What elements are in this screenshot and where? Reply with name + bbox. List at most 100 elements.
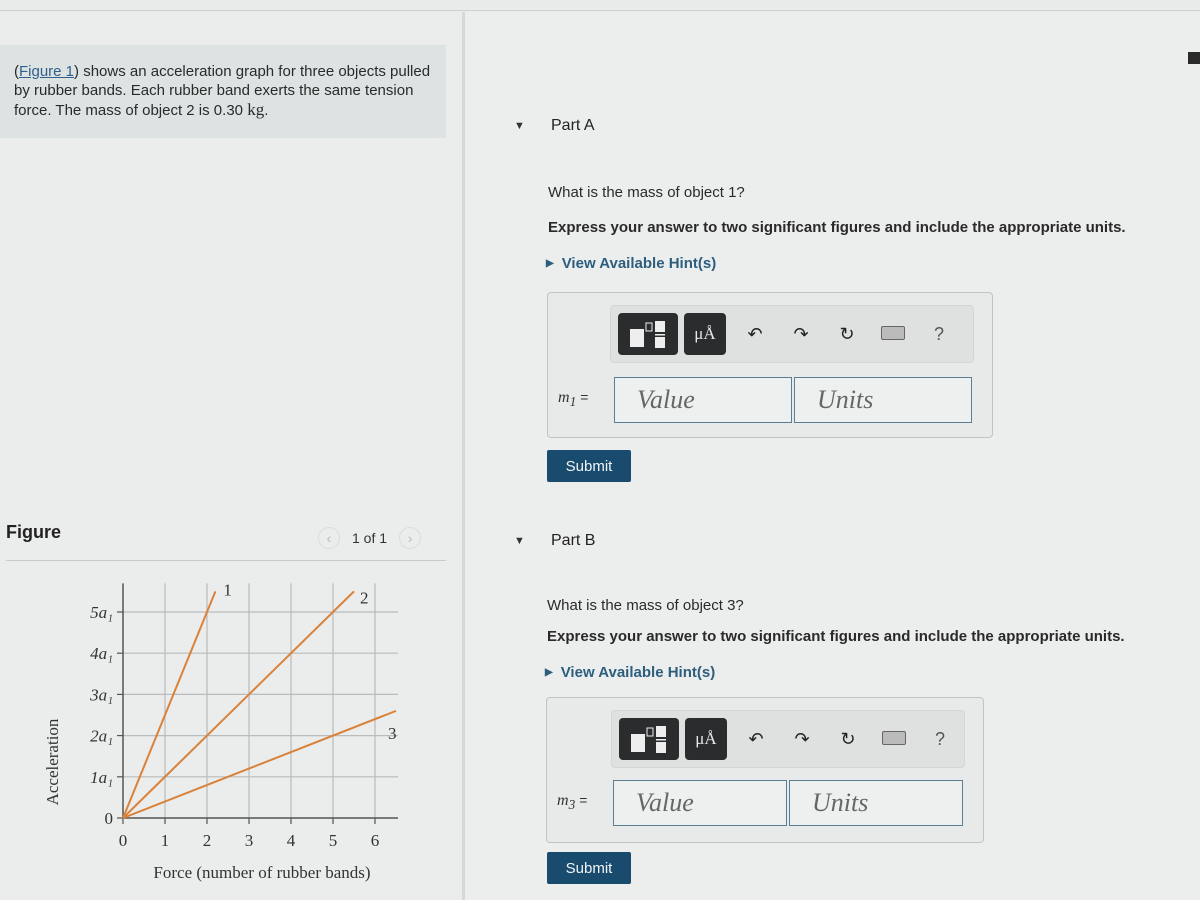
- redo-icon: ↷: [794, 728, 810, 749]
- part-b-submit-button[interactable]: Submit: [547, 852, 631, 884]
- caret-down-icon: ▼: [514, 535, 525, 547]
- x-tick-label: 4: [287, 831, 296, 850]
- help-button[interactable]: ?: [917, 729, 963, 750]
- value-placeholder: Value: [637, 385, 695, 414]
- part-b-title: Part B: [551, 532, 596, 549]
- reset-button[interactable]: ↻: [825, 729, 871, 750]
- edge-marker: [1188, 52, 1200, 64]
- figure-link[interactable]: Figure 1: [19, 63, 74, 80]
- y-tick-label: 5a₁: [90, 603, 113, 622]
- series-label-2: 2: [360, 588, 369, 607]
- x-tick-label: 6: [371, 831, 380, 850]
- part-a-hint-link[interactable]: ▶ View Available Hint(s): [546, 255, 716, 272]
- part-a-units-input[interactable]: Units: [794, 377, 972, 423]
- part-b-hint-label: View Available Hint(s): [560, 664, 716, 681]
- problem-intro: (Figure 1) shows an acceleration graph f…: [0, 45, 446, 138]
- y-tick-label: 4a₁: [90, 644, 113, 663]
- x-tick-label: 3: [245, 831, 254, 850]
- part-b-answer-box: μÅ ↶ ↷ ↻ ? m3 = Value Units: [546, 697, 984, 843]
- units-placeholder: Units: [812, 788, 869, 817]
- caret-down-icon: ▼: [514, 120, 525, 132]
- series-line-1: [122, 591, 217, 819]
- part-a-submit-button[interactable]: Submit: [547, 450, 631, 482]
- caret-right-icon: ▶: [546, 258, 554, 269]
- redo-button[interactable]: ↷: [779, 729, 825, 750]
- y-axis-label: Acceleration: [43, 718, 62, 805]
- intro-period: .: [264, 102, 269, 119]
- chart-lines: 1 2 3: [122, 580, 397, 819]
- redo-icon: ↷: [793, 323, 809, 344]
- variable-subscript: 1: [569, 394, 577, 410]
- figure-pager: ‹ 1 of 1 ›: [318, 527, 422, 549]
- caret-right-icon: ▶: [545, 667, 553, 678]
- x-tick-label: 0: [119, 831, 128, 850]
- template-button[interactable]: [619, 718, 679, 760]
- intro-text: ) shows an acceleration graph for three …: [14, 63, 431, 119]
- part-b-math-toolbar: μÅ ↶ ↷ ↻ ?: [611, 710, 965, 768]
- units-placeholder: Units: [817, 385, 874, 414]
- keyboard-icon: [881, 325, 905, 340]
- y-tick-label: 2a₁: [90, 727, 113, 746]
- part-b-header[interactable]: ▼ Part B: [514, 532, 595, 550]
- x-axis-label: Force (number of rubber bands): [153, 863, 370, 882]
- template-button[interactable]: [618, 313, 678, 355]
- part-a-math-toolbar: μÅ ↶ ↷ ↻ ?: [610, 305, 974, 363]
- undo-button[interactable]: ↶: [732, 324, 778, 345]
- reset-button[interactable]: ↻: [824, 324, 870, 345]
- units-icon: μÅ: [695, 729, 717, 748]
- top-rule: [0, 10, 1200, 11]
- series-line-2: [122, 590, 355, 819]
- redo-button[interactable]: ↷: [778, 324, 824, 345]
- part-a-title: Part A: [551, 117, 595, 134]
- figure-count: 1 of 1: [352, 530, 388, 546]
- part-b-units-input[interactable]: Units: [789, 780, 963, 826]
- part-b-question: What is the mass of object 3?: [547, 597, 744, 614]
- variable-symbol: m: [557, 792, 569, 809]
- chart-axes: 0 1 2 3 4 5 6 0 1a₁ 2a₁ 3a₁ 4a₁ 5a₁: [89, 583, 398, 850]
- reset-icon: ↻: [839, 323, 855, 344]
- help-icon: ?: [934, 728, 945, 749]
- help-button[interactable]: ?: [916, 324, 962, 345]
- undo-icon: ↶: [747, 323, 763, 344]
- part-b-value-input[interactable]: Value: [613, 780, 787, 826]
- undo-icon: ↶: [748, 728, 764, 749]
- units-icon: μÅ: [694, 324, 716, 343]
- x-tick-label: 5: [329, 831, 338, 850]
- reset-icon: ↻: [840, 728, 856, 749]
- help-icon: ?: [933, 323, 944, 344]
- part-a-header[interactable]: ▼ Part A: [514, 117, 595, 135]
- part-a-answer-box: μÅ ↶ ↷ ↻ ? m1 = Value Units: [547, 292, 993, 438]
- template-icon: [631, 726, 666, 753]
- figure-divider: [6, 560, 446, 561]
- chart-svg: 0 1 2 3 4 5 6 0 1a₁ 2a₁ 3a₁ 4a₁ 5a₁ 1 2 3 Force (numbe…: [43, 580, 398, 882]
- part-b-instruction: Express your answer to two significant f…: [547, 628, 1125, 645]
- prev-figure-button[interactable]: ‹: [318, 527, 340, 549]
- keyboard-button[interactable]: [870, 324, 916, 345]
- keyboard-icon: [882, 730, 906, 745]
- series-label-1: 1: [223, 580, 232, 599]
- variable-symbol: m: [558, 389, 570, 406]
- part-b-hint-link[interactable]: ▶ View Available Hint(s): [545, 664, 715, 681]
- part-a-question: What is the mass of object 1?: [548, 184, 745, 201]
- chart-grid: [123, 583, 398, 818]
- chevron-left-icon: ‹: [326, 530, 332, 546]
- series-line-3: [122, 709, 397, 819]
- part-a-value-input[interactable]: Value: [614, 377, 792, 423]
- x-tick-label: 2: [203, 831, 212, 850]
- part-b-variable-label: m3 =: [557, 792, 587, 813]
- equals-sign: =: [579, 792, 588, 808]
- y-tick-label: 3a₁: [89, 685, 113, 704]
- next-figure-button[interactable]: ›: [399, 527, 422, 549]
- equals-sign: =: [580, 389, 589, 405]
- series-label-3: 3: [388, 724, 397, 743]
- units-button[interactable]: μÅ: [685, 718, 727, 760]
- units-button[interactable]: μÅ: [684, 313, 726, 355]
- x-tick-label: 1: [161, 831, 170, 850]
- part-a-variable-label: m1 =: [558, 389, 588, 410]
- part-a-instruction: Express your answer to two significant f…: [548, 219, 1126, 236]
- intro-unit: kg: [247, 100, 265, 119]
- value-placeholder: Value: [636, 788, 694, 817]
- undo-button[interactable]: ↶: [733, 729, 779, 750]
- chevron-right-icon: ›: [407, 530, 413, 546]
- keyboard-button[interactable]: [871, 729, 917, 750]
